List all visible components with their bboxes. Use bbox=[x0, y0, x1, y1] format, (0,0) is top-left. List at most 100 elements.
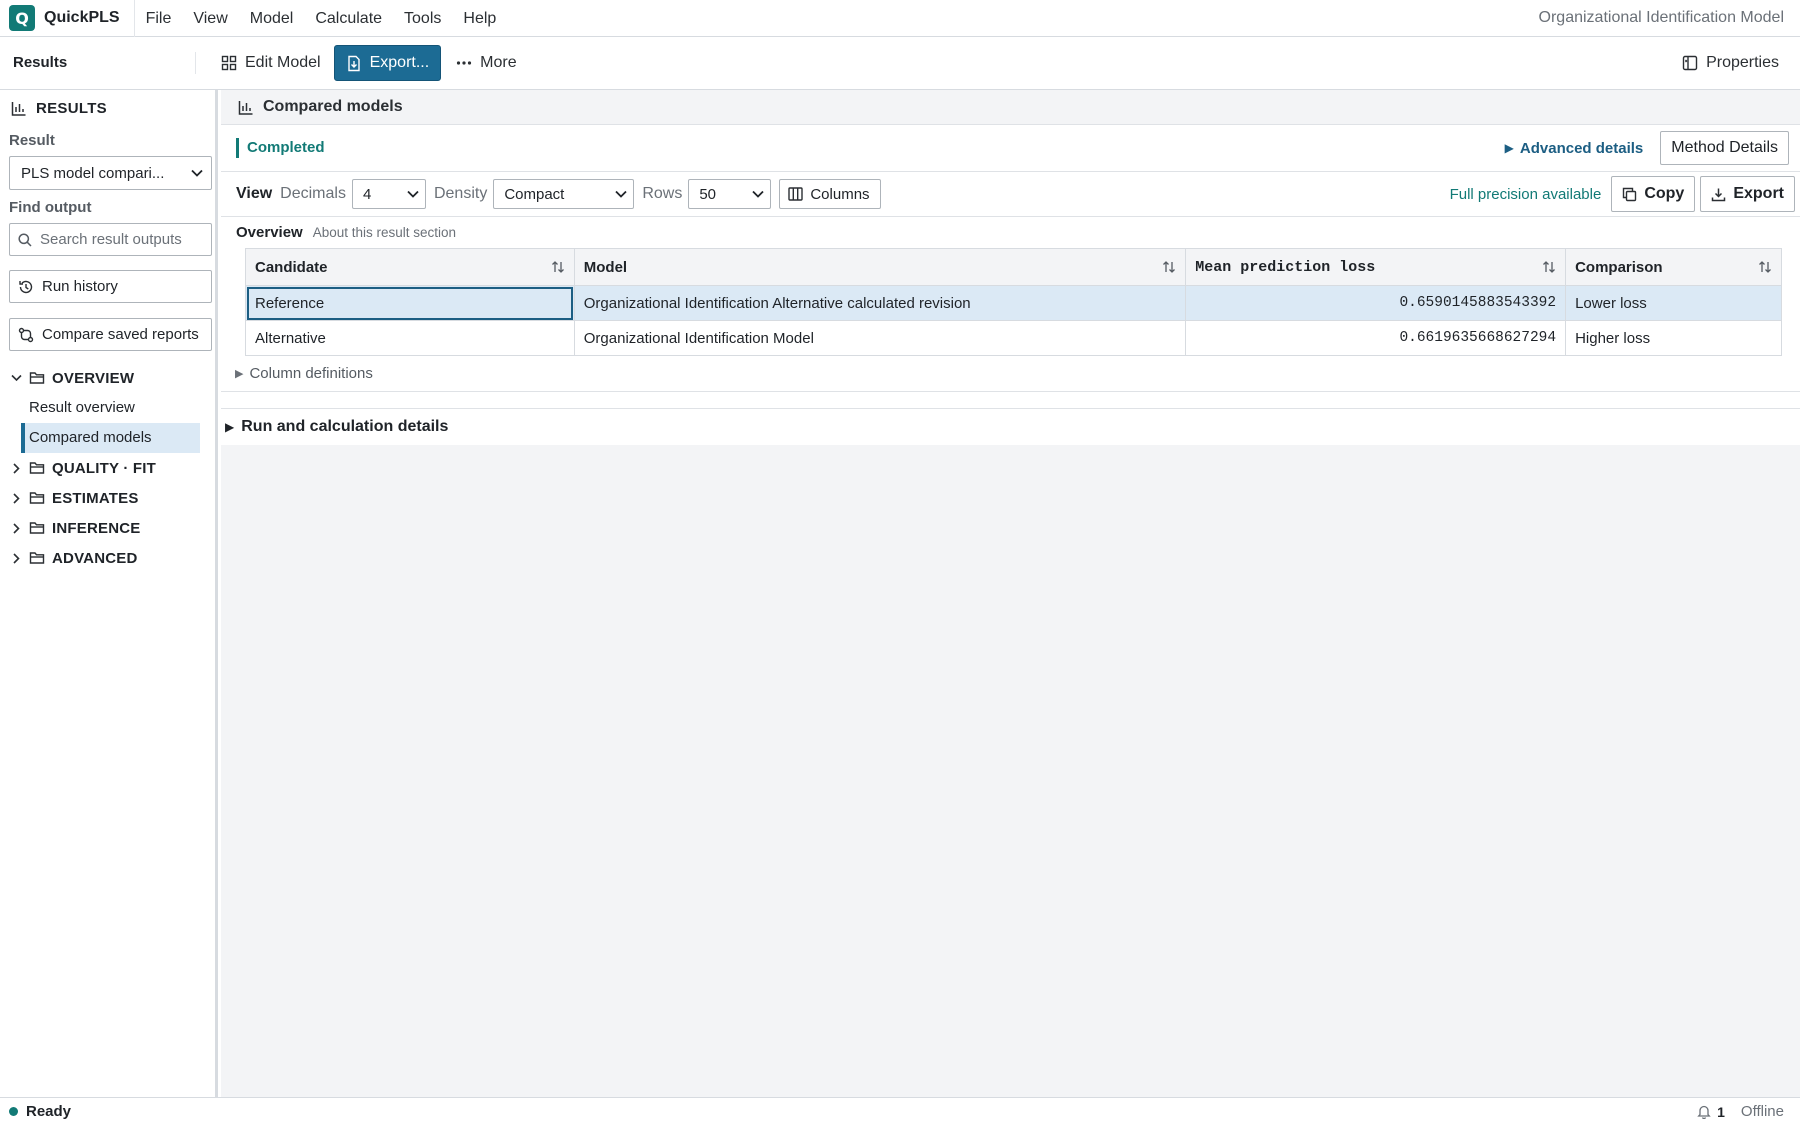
search-field[interactable] bbox=[9, 223, 212, 256]
app-logo: Q bbox=[9, 5, 35, 31]
bell-icon bbox=[1697, 1105, 1711, 1119]
overview-heading: Overview About this result section bbox=[221, 217, 1800, 248]
properties-label: Properties bbox=[1706, 54, 1779, 71]
search-icon bbox=[18, 232, 32, 247]
table-row[interactable]: Reference Organizational Identification … bbox=[245, 285, 1782, 321]
tree-group-estimates-label: ESTIMATES bbox=[52, 489, 139, 507]
sort-icon[interactable] bbox=[551, 260, 565, 274]
triangle-right-icon: ▶ bbox=[235, 368, 244, 380]
properties-button[interactable]: Properties bbox=[1671, 45, 1790, 81]
columns-label: Columns bbox=[810, 185, 870, 203]
copy-button[interactable]: Copy bbox=[1611, 176, 1696, 212]
columns-icon bbox=[788, 187, 804, 201]
menu-bar: Q QuickPLS File View Model Calculate Too… bbox=[0, 0, 1800, 37]
overview-about-link[interactable]: About this result section bbox=[313, 225, 456, 240]
copy-label: Copy bbox=[1644, 185, 1685, 202]
chevron-down-icon bbox=[615, 190, 627, 198]
method-details-button[interactable]: Method Details bbox=[1660, 131, 1789, 165]
rows-select[interactable]: 50 bbox=[688, 179, 772, 209]
view-label: View bbox=[236, 185, 273, 202]
page-title: Compared models bbox=[263, 98, 403, 115]
menu-tools[interactable]: Tools bbox=[393, 0, 452, 37]
column-header-model[interactable]: Model bbox=[573, 248, 1187, 286]
column-header-label: Comparison bbox=[1575, 258, 1663, 276]
menu-calculate[interactable]: Calculate bbox=[304, 0, 393, 37]
tree-group-quality-label: QUALITY · FIT bbox=[52, 459, 156, 477]
compare-icon bbox=[18, 327, 34, 342]
run-history-button[interactable]: Run history bbox=[9, 270, 212, 303]
menu-view[interactable]: View bbox=[182, 0, 238, 37]
column-header-mean-prediction-loss[interactable]: Mean prediction loss bbox=[1185, 248, 1567, 286]
tree-group-overview[interactable]: OVERVIEW bbox=[0, 363, 215, 393]
table-cell-loss[interactable]: 0.6619635668627294 bbox=[1185, 320, 1567, 356]
file-export-icon bbox=[347, 55, 360, 71]
result-select[interactable]: PLS model compari... bbox=[9, 156, 212, 190]
chevron-right-icon bbox=[13, 552, 20, 564]
density-select[interactable]: Compact bbox=[493, 179, 635, 209]
menu-file[interactable]: File bbox=[135, 0, 183, 37]
column-header-candidate[interactable]: Candidate bbox=[245, 248, 575, 286]
sort-icon[interactable] bbox=[1542, 260, 1556, 274]
tree-group-advanced[interactable]: ADVANCED bbox=[0, 543, 215, 573]
table-cell-candidate[interactable]: Reference bbox=[245, 285, 575, 321]
ellipsis-icon bbox=[457, 61, 472, 65]
column-header-label: Candidate bbox=[255, 258, 328, 276]
sort-icon[interactable] bbox=[1758, 260, 1772, 274]
column-definitions-toggle[interactable]: ▶ Column definitions bbox=[221, 356, 1800, 392]
compare-reports-button[interactable]: Compare saved reports bbox=[9, 318, 212, 351]
app-name: QuickPLS bbox=[44, 9, 120, 26]
table-header-row: Candidate Model Mean prediction loss Com… bbox=[245, 248, 1782, 286]
menu-help[interactable]: Help bbox=[452, 0, 507, 37]
tree-item-result-overview[interactable]: Result overview bbox=[21, 393, 200, 423]
status-bar: Ready 1 Offline bbox=[0, 1097, 1800, 1125]
folder-icon bbox=[29, 522, 45, 534]
table-cell-candidate[interactable]: Alternative bbox=[245, 320, 575, 356]
ready-indicator-icon bbox=[9, 1107, 18, 1116]
run-history-label: Run history bbox=[42, 278, 118, 295]
advanced-details-toggle[interactable]: ▶ Advanced details bbox=[1505, 140, 1644, 157]
table-cell-loss[interactable]: 0.6590145883543392 bbox=[1185, 285, 1567, 321]
column-header-comparison[interactable]: Comparison bbox=[1565, 248, 1782, 286]
tree-item-compared-models[interactable]: Compared models bbox=[21, 423, 200, 453]
decimals-select[interactable]: 4 bbox=[351, 179, 426, 209]
sort-icon[interactable] bbox=[1162, 260, 1176, 274]
copy-icon bbox=[1623, 187, 1637, 201]
chevron-down-icon bbox=[752, 190, 764, 198]
export-button[interactable]: Export... bbox=[333, 45, 442, 81]
toolbar: Results Edit Model Export... More Proper… bbox=[0, 37, 1800, 90]
result-label: Result bbox=[9, 132, 55, 149]
folder-icon bbox=[29, 462, 45, 474]
compare-reports-label: Compare saved reports bbox=[42, 326, 199, 343]
density-value: Compact bbox=[504, 185, 565, 203]
chevron-right-icon bbox=[13, 492, 20, 504]
sidebar: RESULTS Result PLS model compari... Find… bbox=[0, 90, 218, 1097]
tree-group-quality[interactable]: QUALITY · FIT bbox=[0, 453, 215, 483]
section-divider bbox=[221, 392, 1800, 409]
more-label: More bbox=[480, 54, 517, 71]
table-cell-comparison[interactable]: Higher loss bbox=[1565, 320, 1782, 356]
tree-group-inference-label: INFERENCE bbox=[52, 519, 141, 537]
tree-group-overview-label: OVERVIEW bbox=[52, 369, 135, 387]
download-icon bbox=[1712, 188, 1726, 201]
run-details-toggle[interactable]: ▶ Run and calculation details bbox=[221, 409, 1800, 445]
edit-model-button[interactable]: Edit Model bbox=[210, 45, 332, 81]
table-cell-model[interactable]: Organizational Identification Alternativ… bbox=[573, 285, 1187, 321]
result-content: Completed ▶ Advanced details Method Deta… bbox=[221, 125, 1800, 409]
table-cell-model[interactable]: Organizational Identification Model bbox=[573, 320, 1187, 356]
columns-button[interactable]: Columns bbox=[779, 179, 881, 209]
more-button[interactable]: More bbox=[445, 45, 527, 81]
brand: Q QuickPLS bbox=[0, 0, 135, 37]
table-export-label: Export bbox=[1733, 185, 1784, 202]
bar-chart-icon bbox=[11, 101, 26, 116]
tree-group-estimates[interactable]: ESTIMATES bbox=[0, 483, 215, 513]
results-table: Candidate Model Mean prediction loss Com… bbox=[245, 248, 1782, 356]
view-controls: View Decimals 4 Density Compact Rows 50 … bbox=[221, 172, 1800, 217]
menu-model[interactable]: Model bbox=[239, 0, 305, 37]
tree-group-inference[interactable]: INFERENCE bbox=[0, 513, 215, 543]
table-cell-comparison[interactable]: Lower loss bbox=[1565, 285, 1782, 321]
search-input[interactable] bbox=[40, 231, 200, 248]
notifications-button[interactable]: 1 bbox=[1697, 1104, 1725, 1120]
rows-label: Rows bbox=[642, 185, 683, 202]
table-row[interactable]: Alternative Organizational Identificatio… bbox=[245, 320, 1782, 356]
table-export-button[interactable]: Export bbox=[1700, 176, 1795, 212]
